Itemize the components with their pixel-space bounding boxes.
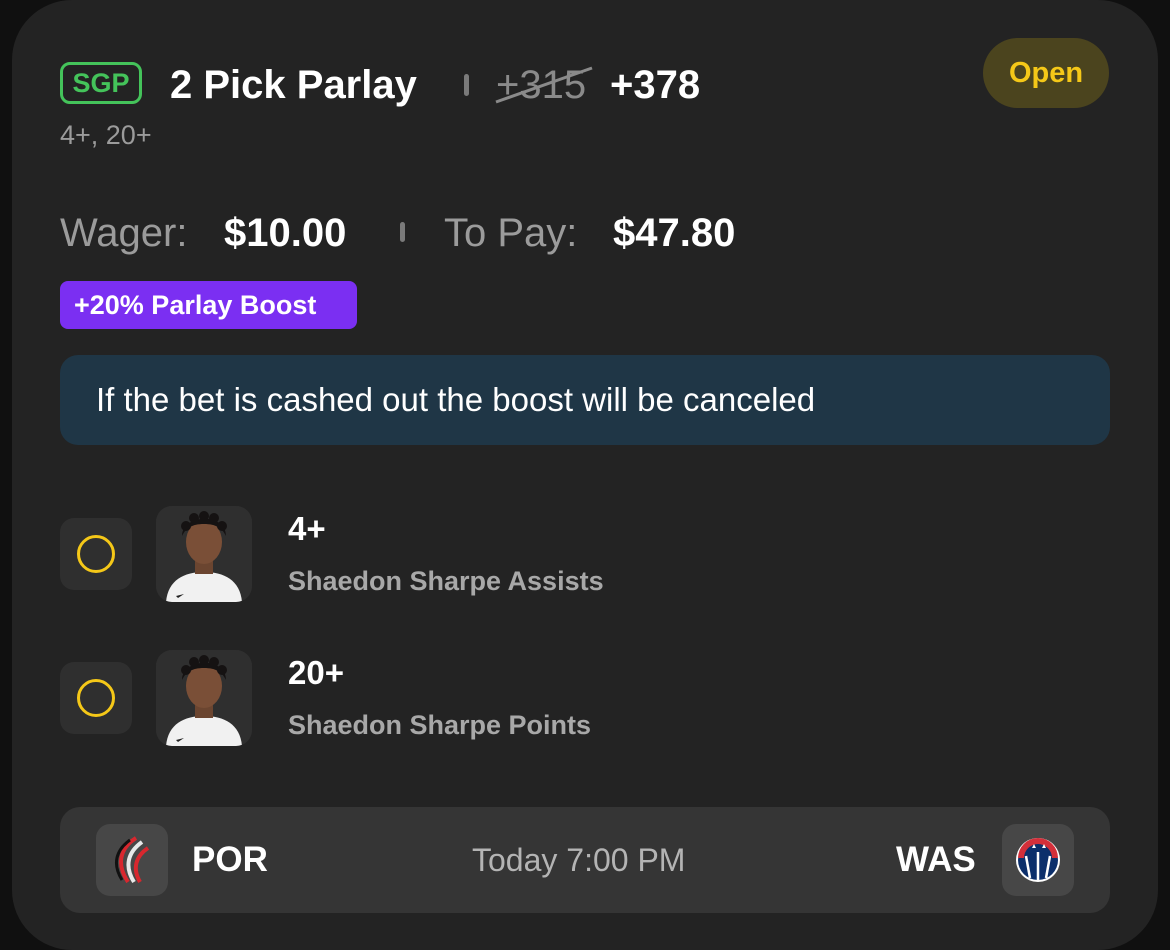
player-headshot-icon xyxy=(156,506,252,602)
wizards-logo-icon xyxy=(1016,838,1060,882)
leg-status xyxy=(60,662,132,734)
bet-card[interactable]: SGP 2 Pick Parlay +315 +378 4+, 20+ Open… xyxy=(12,0,1158,950)
sgp-badge: SGP xyxy=(60,62,142,104)
leg-row[interactable]: 4+ Shaedon Sharpe Assists xyxy=(60,505,1110,605)
wager-value: $10.00 xyxy=(224,211,347,255)
leg-market: Shaedon Sharpe Assists xyxy=(288,566,604,596)
original-odds: +315 xyxy=(495,60,593,110)
wager-divider xyxy=(400,222,405,242)
away-team-abbr: WAS xyxy=(896,840,976,879)
to-pay-value: $47.80 xyxy=(613,211,736,255)
game-info-bar[interactable]: POR Today 7:00 PM WAS xyxy=(60,807,1110,913)
leg-row[interactable]: 20+ Shaedon Sharpe Points xyxy=(60,649,1110,749)
player-avatar xyxy=(156,506,252,602)
leg-status xyxy=(60,518,132,590)
game-time: Today 7:00 PM xyxy=(472,842,686,878)
leg-line: 4+ xyxy=(288,510,326,547)
player-headshot-icon xyxy=(156,650,252,746)
leg-line: 20+ xyxy=(288,654,344,691)
boost-notice: If the bet is cashed out the boost will … xyxy=(60,355,1110,445)
empty-circle-icon xyxy=(77,679,115,717)
to-pay-label: To Pay: xyxy=(444,211,578,255)
was-team-logo xyxy=(1002,824,1074,896)
bet-subtitle: 4+, 20+ xyxy=(60,120,152,150)
por-team-logo xyxy=(96,824,168,896)
status-badge: Open xyxy=(983,38,1109,108)
empty-circle-icon xyxy=(77,535,115,573)
home-team-abbr: POR xyxy=(192,840,268,879)
bet-title: 2 Pick Parlay xyxy=(170,63,417,107)
strikethrough-icon xyxy=(495,66,593,104)
leg-market: Shaedon Sharpe Points xyxy=(288,710,592,740)
player-avatar xyxy=(156,650,252,746)
boosted-odds: +378 xyxy=(610,63,701,107)
wager-label: Wager: xyxy=(60,211,188,255)
trail-blazers-logo-icon xyxy=(114,836,150,884)
parlay-boost-badge: +20% Parlay Boost xyxy=(60,281,357,329)
boost-notice-text: If the bet is cashed out the boost will … xyxy=(96,381,816,418)
header-divider xyxy=(464,74,469,96)
